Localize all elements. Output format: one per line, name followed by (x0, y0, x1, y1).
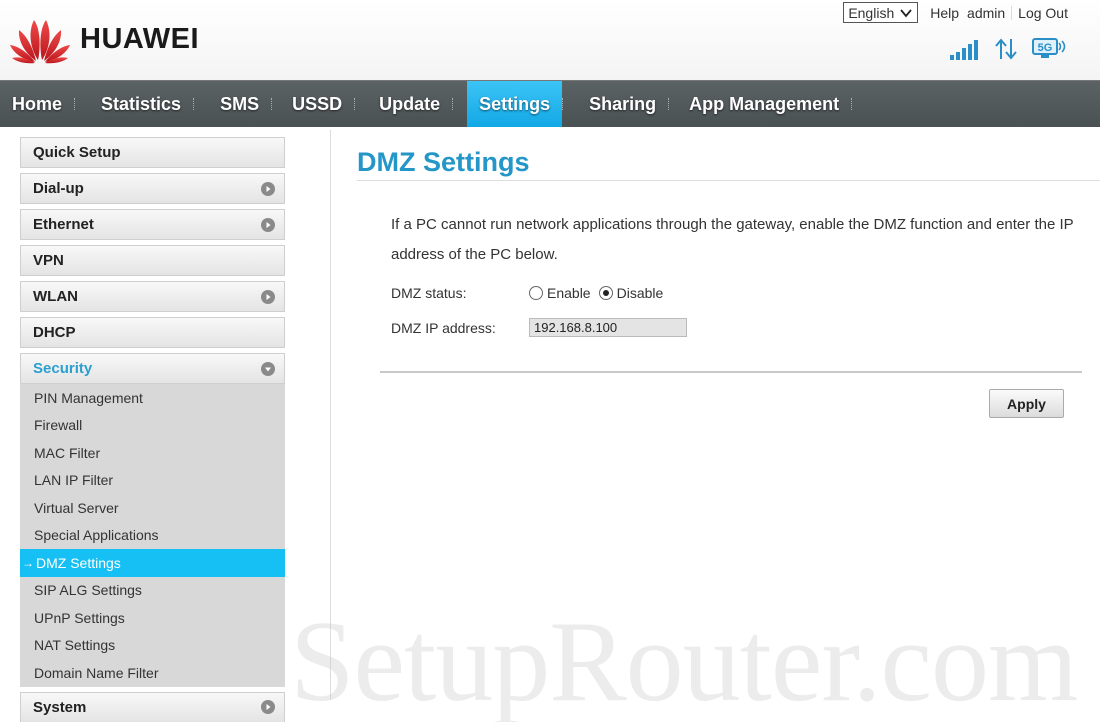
dmz-ip-row: DMZ IP address: (391, 318, 687, 337)
main-nav: Home Statistics SMS USSD Update Settings… (0, 80, 1100, 127)
sidebar-divider (330, 130, 331, 700)
user-link[interactable]: admin (963, 5, 1009, 21)
brand-name: HUAWEI (80, 22, 199, 55)
5g-wifi-icon: 5G (1032, 38, 1066, 58)
submenu-item-domain-name-filter[interactable]: Domain Name Filter (20, 659, 285, 687)
nav-sms[interactable]: SMS (194, 81, 271, 127)
title-divider (357, 180, 1100, 181)
sidebar-item-label: Dial-up (33, 180, 84, 197)
sidebar-item-security[interactable]: Security (20, 353, 285, 384)
submenu-item-firewall[interactable]: Firewall (20, 412, 285, 440)
signal-strength-icon (950, 40, 978, 60)
chevron-down-icon (900, 8, 912, 17)
sidebar-item-label: System (33, 698, 87, 716)
nav-separator (452, 98, 454, 110)
top-links: English Help admin Log Out (843, 2, 1072, 23)
apply-button[interactable]: Apply (989, 389, 1064, 418)
main-content: DMZ Settings (357, 137, 1100, 179)
sidebar-item-system[interactable]: System (20, 691, 285, 722)
collapse-down-icon (261, 361, 275, 376)
dmz-ip-label: DMZ IP address: (391, 319, 496, 336)
dmz-enable-radio[interactable]: Enable (529, 285, 591, 301)
nav-update[interactable]: Update (355, 81, 452, 127)
sidebar-item-quick-setup[interactable]: Quick Setup (20, 137, 285, 168)
dmz-disable-radio[interactable]: Disable (598, 285, 664, 301)
header: HUAWEI English Help admin Log Out 5G (0, 0, 1100, 80)
sidebar-item-label: Security (33, 360, 93, 377)
sidebar-item-label: Ethernet (33, 216, 94, 233)
sidebar-item-label: VPN (33, 252, 64, 269)
huawei-logo: HUAWEI (8, 14, 199, 64)
language-select[interactable]: English (843, 2, 919, 23)
page-description: If a PC cannot run network applications … (391, 216, 1074, 263)
submenu-item-pin-management[interactable]: PIN Management (20, 384, 285, 412)
huawei-flower-icon (10, 20, 70, 64)
5g-label: 5G (1038, 42, 1053, 54)
expand-right-icon (261, 289, 275, 304)
logout-link[interactable]: Log Out (1014, 5, 1072, 21)
radio-label: Disable (616, 285, 664, 301)
data-transfer-icon (995, 38, 1017, 60)
link-separator (1011, 5, 1013, 20)
nav-home[interactable]: Home (0, 81, 74, 127)
sidebar-item-label: WLAN (33, 288, 78, 305)
nav-sharing[interactable]: Sharing (563, 81, 668, 127)
sidebar-item-vpn[interactable]: VPN (20, 245, 285, 276)
page-title: DMZ Settings (357, 147, 530, 177)
language-value: English (848, 4, 895, 21)
submenu-item-upnp-settings[interactable]: UPnP Settings (20, 604, 285, 632)
nav-settings[interactable]: Settings (467, 81, 563, 127)
sidebar-item-label: DHCP (33, 324, 76, 341)
radio-unchecked-icon (529, 286, 543, 300)
submenu-item-sip-alg-settings[interactable]: SIP ALG Settings (20, 577, 285, 605)
nav-separator (851, 98, 853, 110)
radio-label: Enable (547, 285, 591, 301)
dmz-status-label: DMZ status: (391, 285, 467, 301)
nav-statistics[interactable]: Statistics (75, 81, 193, 127)
sidebar-item-dhcp[interactable]: DHCP (20, 317, 285, 348)
sidebar-item-dial-up[interactable]: Dial-up (20, 173, 285, 204)
settings-sidebar: Quick Setup Dial-up Ethernet VPN WLAN DH… (20, 137, 285, 722)
security-submenu: PIN Management Firewall MAC Filter LAN I… (20, 384, 285, 687)
sidebar-item-wlan[interactable]: WLAN (20, 281, 285, 312)
submenu-item-nat-settings[interactable]: NAT Settings (20, 632, 285, 660)
expand-right-icon (261, 700, 275, 714)
submenu-item-lan-ip-filter[interactable]: LAN IP Filter (20, 467, 285, 495)
submenu-item-label: DMZ Settings (36, 554, 121, 571)
sidebar-item-ethernet[interactable]: Ethernet (20, 209, 285, 240)
expand-right-icon (261, 181, 275, 196)
sidebar-item-label: Quick Setup (33, 144, 121, 161)
arrow-right-icon: → (22, 555, 34, 570)
submenu-item-special-applications[interactable]: Special Applications (20, 522, 285, 550)
submenu-item-virtual-server[interactable]: Virtual Server (20, 494, 285, 522)
submenu-item-dmz-settings[interactable]: → DMZ Settings (20, 549, 285, 577)
form-divider (380, 371, 1082, 373)
dmz-ip-input[interactable] (529, 318, 687, 337)
radio-checked-icon (598, 286, 613, 300)
expand-right-icon (261, 217, 275, 232)
watermark-text: SetupRouter.com (290, 598, 1078, 722)
nav-app-management[interactable]: App Management (669, 81, 851, 127)
dmz-status-row: DMZ status: Enable Disable (391, 285, 671, 301)
status-icons: 5G (950, 38, 1068, 60)
submenu-item-mac-filter[interactable]: MAC Filter (20, 439, 285, 467)
help-link[interactable]: Help (926, 5, 963, 21)
nav-ussd[interactable]: USSD (272, 81, 354, 127)
